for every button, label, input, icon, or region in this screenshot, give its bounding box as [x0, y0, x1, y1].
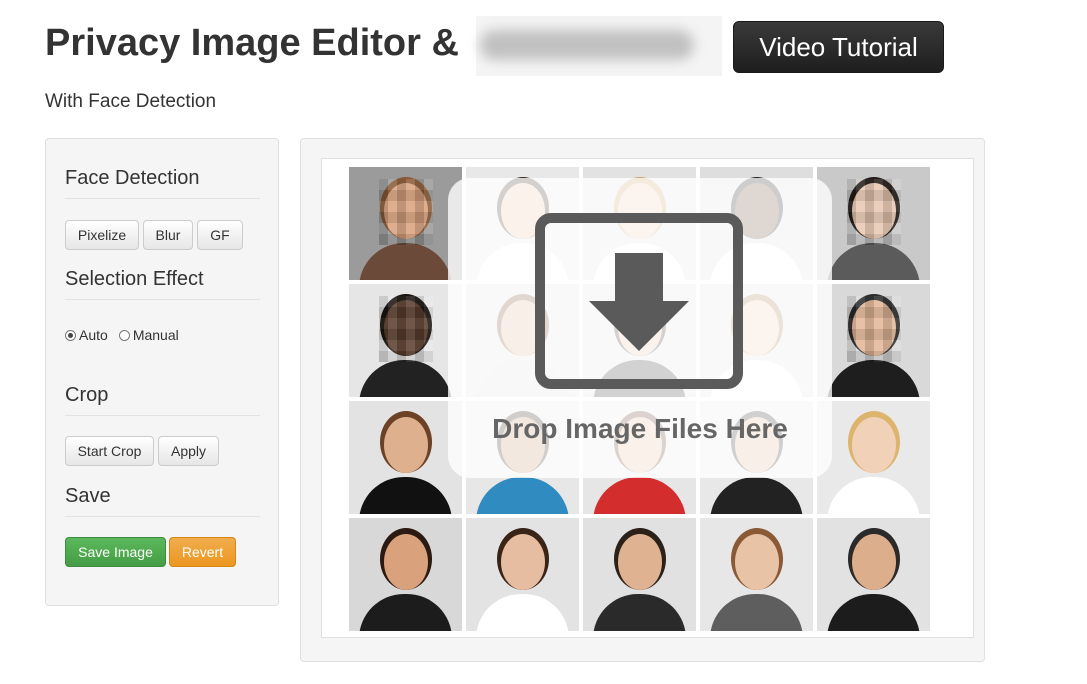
- pixelated-face-mask: [847, 296, 901, 362]
- blurred-brand-logo: [476, 16, 722, 76]
- portrait-body: [359, 243, 452, 280]
- portrait-body: [593, 477, 686, 514]
- portrait-photo: [349, 284, 462, 397]
- portrait-face: [852, 417, 896, 473]
- manual-radio[interactable]: [118, 329, 130, 341]
- portrait-photo: [349, 401, 462, 514]
- portrait-body: [710, 477, 803, 514]
- gf-button[interactable]: GF: [197, 220, 243, 250]
- selection-effect-options: Auto Manual: [65, 327, 190, 343]
- auto-radio[interactable]: [65, 329, 76, 341]
- pixelize-button[interactable]: Pixelize: [65, 220, 139, 250]
- portrait-face: [852, 534, 896, 590]
- apply-crop-button[interactable]: Apply: [158, 436, 219, 466]
- portrait-face: [501, 534, 545, 590]
- download-arrow-icon: [535, 213, 743, 389]
- start-crop-button[interactable]: Start Crop: [65, 436, 154, 466]
- video-tutorial-button[interactable]: Video Tutorial: [733, 21, 944, 73]
- manual-radio-label[interactable]: Manual: [133, 327, 179, 343]
- portrait-body: [593, 594, 686, 631]
- revert-button[interactable]: Revert: [169, 537, 236, 567]
- drop-zone[interactable]: Drop Image Files Here: [448, 178, 832, 478]
- portrait-body: [476, 477, 569, 514]
- portrait-face: [384, 417, 428, 473]
- blur-smudge: [480, 30, 694, 60]
- portrait-body: [827, 594, 920, 631]
- auto-radio-label[interactable]: Auto: [79, 327, 108, 343]
- image-canvas[interactable]: Drop Image Files Here: [321, 158, 974, 638]
- blur-button[interactable]: Blur: [143, 220, 193, 250]
- crop-title: Crop: [65, 384, 260, 416]
- portrait-body: [827, 243, 920, 280]
- portrait-photo: [817, 284, 930, 397]
- portrait-photo: [583, 518, 696, 631]
- portrait-face: [618, 534, 662, 590]
- page-title: Privacy Image Editor &: [45, 22, 459, 64]
- portrait-photo: [817, 518, 930, 631]
- portrait-photo: [466, 518, 579, 631]
- selection-effect-title: Selection Effect: [65, 268, 260, 300]
- portrait-photo: [817, 167, 930, 280]
- page-subtitle: With Face Detection: [45, 91, 217, 112]
- save-title: Save: [65, 485, 260, 517]
- portrait-body: [476, 594, 569, 631]
- portrait-photo: [349, 518, 462, 631]
- portrait-body: [827, 477, 920, 514]
- portrait-photo: [349, 167, 462, 280]
- portrait-photo: [817, 401, 930, 514]
- drop-zone-text: Drop Image Files Here: [492, 413, 788, 444]
- portrait-body: [359, 360, 452, 397]
- face-detection-title: Face Detection: [65, 167, 260, 199]
- portrait-body: [710, 594, 803, 631]
- editor-panel: Drop Image Files Here: [300, 138, 985, 662]
- portrait-body: [359, 477, 452, 514]
- portrait-body: [827, 360, 920, 397]
- pixelated-face-mask: [379, 296, 433, 362]
- tools-sidebar: Face Detection Pixelize Blur GF Selectio…: [45, 138, 279, 606]
- portrait-face: [384, 534, 428, 590]
- pixelated-face-mask: [379, 179, 433, 245]
- portrait-face: [735, 534, 779, 590]
- save-image-button[interactable]: Save Image: [65, 537, 166, 567]
- portrait-body: [359, 594, 452, 631]
- portrait-photo: [700, 518, 813, 631]
- pixelated-face-mask: [847, 179, 901, 245]
